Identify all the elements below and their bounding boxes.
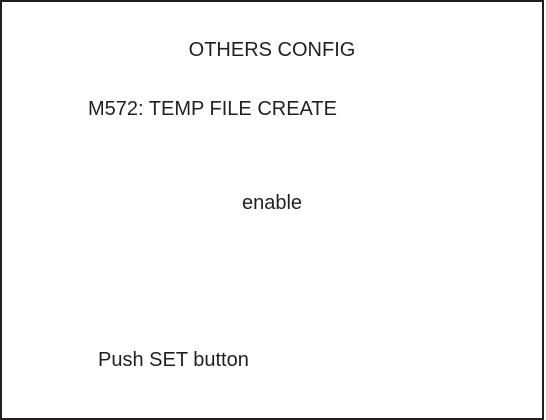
config-screen: OTHERS CONFIG M572: TEMP FILE CREATE ena… — [0, 0, 544, 420]
instruction-prompt: Push SET button — [98, 349, 249, 371]
setting-name: M572: TEMP FILE CREATE — [88, 98, 337, 120]
screen-title: OTHERS CONFIG — [188, 39, 356, 61]
setting-value: enable — [241, 192, 303, 214]
